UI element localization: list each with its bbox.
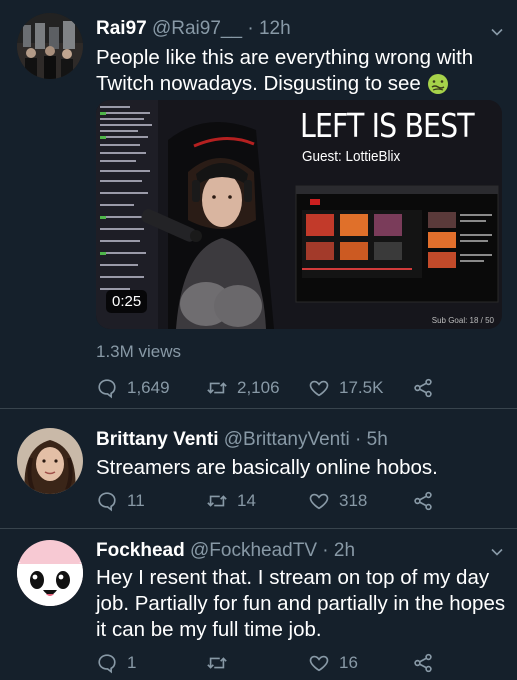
share-icon <box>414 378 432 398</box>
tweet-header: Fockhead @FockheadTV · 2h <box>96 540 355 562</box>
like-button[interactable]: 318 <box>308 490 367 512</box>
reply-button[interactable]: 1 <box>96 652 136 674</box>
heart-icon <box>309 380 329 397</box>
share-button[interactable] <box>412 377 443 399</box>
reply-count: 1 <box>127 653 137 672</box>
display-name[interactable]: Rai97 <box>96 18 147 39</box>
nauseated-face-emoji-icon <box>427 74 448 94</box>
tweet-actions: 11 14 318 <box>96 490 496 514</box>
chevron-down-icon[interactable] <box>491 546 503 558</box>
video-duration-badge: 0:25 <box>106 290 148 313</box>
like-count: 318 <box>339 491 368 510</box>
tweet-text: Hey I resent that. I stream on top of my… <box>96 565 506 643</box>
tweet-text-line: job. Partially for fun and partially in … <box>96 592 506 615</box>
tweet-text-line: Streamers are basically online hobos. <box>96 456 438 479</box>
display-name[interactable]: Fockhead <box>96 540 185 561</box>
tweet-actions: 1,649 2,106 17.5K <box>96 377 496 401</box>
reply-count: 1,649 <box>127 378 170 397</box>
share-icon <box>414 491 432 511</box>
username[interactable]: @FockheadTV <box>190 540 317 561</box>
reply-button[interactable]: 1,649 <box>96 377 170 399</box>
tweet-rai97[interactable]: Rai97 @Rai97__ · 12h People like this ar… <box>0 0 517 410</box>
tweet-brittany-venti[interactable]: Brittany Venti @BrittanyVenti · 5h Strea… <box>0 409 517 528</box>
timestamp[interactable]: · 2h <box>322 540 355 561</box>
video-player[interactable]: LEFT IS BEST Guest: LottieBlix Sub Goal:… <box>96 100 502 329</box>
like-button[interactable]: 16 <box>308 652 358 674</box>
tweet-text: Streamers are basically online hobos. <box>96 455 506 481</box>
reply-icon <box>98 379 116 399</box>
chevron-down-icon[interactable] <box>491 26 503 38</box>
timestamp[interactable]: · 12h <box>247 18 290 39</box>
avatar[interactable] <box>17 540 83 606</box>
avatar[interactable] <box>17 428 83 494</box>
avatar[interactable] <box>17 13 83 79</box>
tweet-actions: 1 16 <box>96 652 496 676</box>
display-name[interactable]: Brittany Venti <box>96 429 218 450</box>
retweet-count: 2,106 <box>237 378 280 397</box>
retweet-button[interactable]: 14 <box>206 490 256 512</box>
sub-goal-label: Sub Goal: 18 / 50 <box>431 316 494 325</box>
reply-button[interactable]: 11 <box>96 490 145 512</box>
avatar-image <box>17 13 83 79</box>
reply-count: 11 <box>127 491 145 510</box>
like-count: 17.5K <box>339 378 384 397</box>
tweet-text-line: People like this are everything wrong wi… <box>96 46 474 69</box>
tweet-header: Rai97 @Rai97__ · 12h <box>96 18 291 40</box>
retweet-icon <box>207 495 227 507</box>
username[interactable]: @BrittanyVenti <box>224 429 350 450</box>
retweet-button[interactable]: 2,106 <box>206 377 280 399</box>
retweet-icon <box>207 382 227 394</box>
avatar-image <box>17 540 83 606</box>
username[interactable]: @Rai97__ <box>152 18 242 39</box>
reply-icon <box>98 492 116 512</box>
tweet-text-line: it can be my full time job. <box>96 618 322 641</box>
retweet-button[interactable] <box>206 652 237 674</box>
share-button[interactable] <box>412 490 443 512</box>
tweet-header: Brittany Venti @BrittanyVenti · 5h <box>96 429 388 451</box>
heart-icon <box>309 493 329 510</box>
timestamp[interactable]: · 5h <box>355 429 388 450</box>
reply-icon <box>98 654 116 674</box>
stream-guest-label: Guest: LottieBlix <box>302 148 401 165</box>
share-icon <box>414 653 432 673</box>
tweet-text: People like this are everything wrong wi… <box>96 45 506 97</box>
stream-headline: LEFT IS BEST <box>300 106 475 145</box>
share-button[interactable] <box>412 652 443 674</box>
avatar-image <box>17 428 83 494</box>
like-count: 16 <box>339 653 358 672</box>
tweet-text-line: Hey I resent that. I stream on top of my… <box>96 566 490 589</box>
like-button[interactable]: 17.5K <box>308 377 383 399</box>
retweet-count: 14 <box>237 491 256 510</box>
heart-icon <box>309 655 329 672</box>
tweet-fockhead[interactable]: Fockhead @FockheadTV · 2h Hey I resent t… <box>0 529 517 680</box>
retweet-icon <box>207 657 227 669</box>
view-count: 1.3M views <box>96 342 182 361</box>
tweet-text-line: Twitch nowadays. Disgusting to see <box>96 72 421 95</box>
